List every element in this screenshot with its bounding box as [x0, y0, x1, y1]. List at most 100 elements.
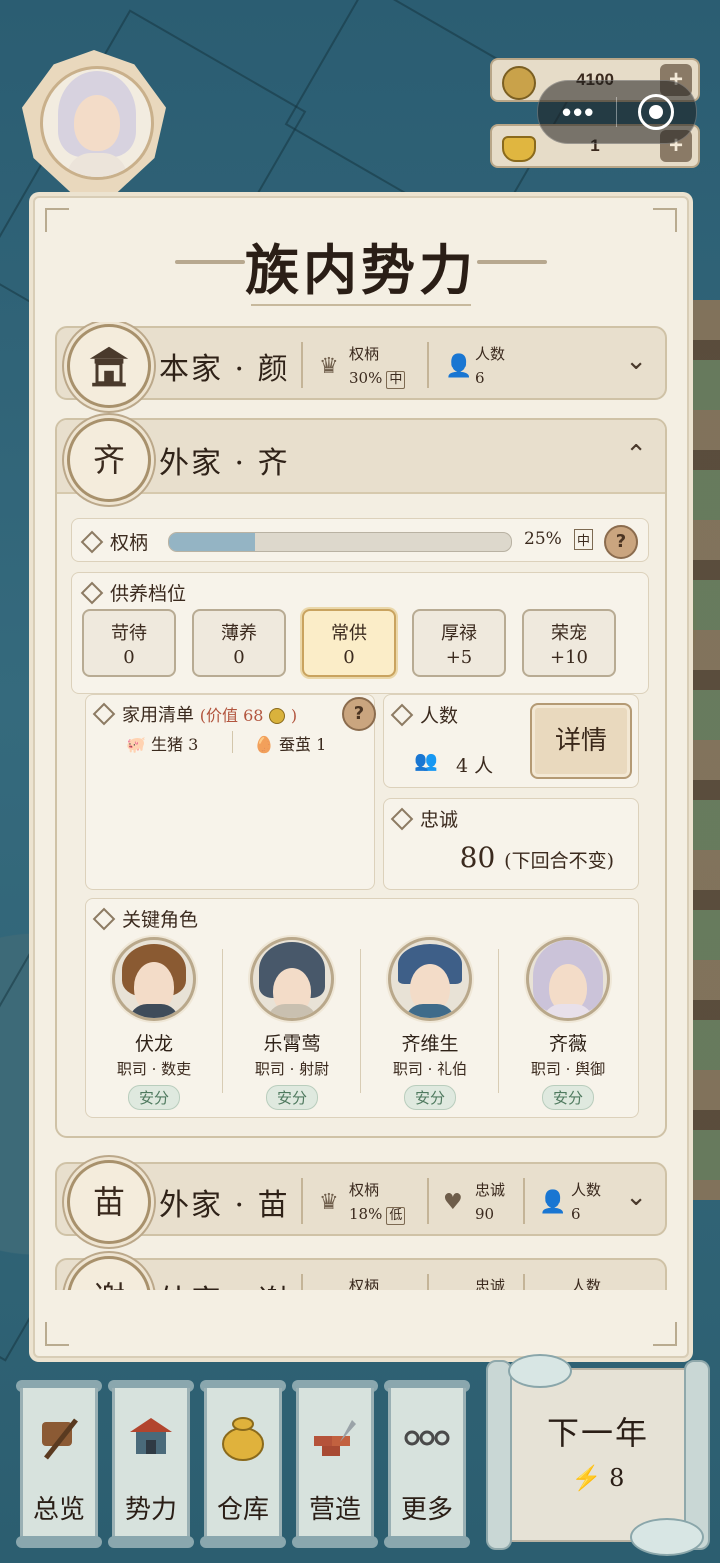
loyalty-stat: 忠诚 90 [475, 1181, 506, 1223]
role-card[interactable]: 伏龙 职司 · 数吏 安分 [86, 937, 222, 1110]
people-icon: 👥 [414, 750, 438, 772]
heart-icon: ♥ [443, 1190, 463, 1215]
tier-button-selected[interactable]: 常供 0 [302, 609, 396, 677]
nav-warehouse[interactable]: 仓库 [200, 1380, 286, 1548]
close-miniprogram-icon[interactable] [638, 94, 674, 130]
role-card[interactable]: 齐维生 职司 · 礼伯 安分 [362, 937, 498, 1110]
next-year-button[interactable]: 下一年 ⚡ 8 [482, 1354, 714, 1556]
support-tier-section: 供养档位 苛待 0 薄养 0 常供 0 厚禄 +5 荣宠 +10 [71, 572, 649, 694]
people-stat: 人数 6 [475, 345, 506, 387]
role-card[interactable]: 乐霄莺 职司 · 射尉 安分 [224, 937, 360, 1110]
role-portrait [388, 937, 472, 1021]
chevron-down-icon[interactable]: ⌄ [625, 346, 647, 376]
item-pig: 🐖 生猪 3 [126, 735, 199, 754]
energy-cost: ⚡ 8 [571, 1464, 625, 1492]
loyalty-value-row: 80 (下回合不变) [459, 841, 614, 874]
role-portrait [250, 937, 334, 1021]
support-label: 供养档位 [80, 579, 186, 606]
diamond-icon [92, 702, 116, 726]
gold-ingot-icon [502, 136, 536, 162]
diamond-icon [390, 807, 414, 831]
clan-row-main[interactable]: 本家 · 颜 ♛ 权柄 30% 中 👤 人数 6 ⌄ [55, 324, 667, 408]
more-dots-icon [404, 1430, 450, 1446]
clan-name: 外家 · 谢 [159, 1276, 290, 1290]
money-bag-icon [222, 1417, 264, 1461]
role-card[interactable]: 齐薇 职司 · 舆御 安分 [500, 937, 636, 1110]
nav-more[interactable]: 更多 [384, 1380, 470, 1548]
power-label: 权柄 [80, 528, 148, 555]
nav-power[interactable]: 势力 [108, 1380, 194, 1548]
broom-icon [42, 1418, 78, 1460]
status-badge: 安分 [127, 1085, 180, 1110]
tier-button[interactable]: 厚禄 +5 [412, 609, 506, 677]
tier-button[interactable]: 荣宠 +10 [522, 609, 616, 677]
cloud-ornament-icon [477, 260, 547, 264]
details-button[interactable]: 详情 [530, 703, 632, 779]
roles-label: 关键角色 [92, 905, 198, 932]
cloud-ornament-icon [630, 1518, 704, 1556]
role-portrait [112, 937, 196, 1021]
power-value: 25% [524, 529, 562, 549]
divider [301, 342, 303, 388]
crown-icon: ♛ [319, 354, 339, 379]
key-roles-section: 关键角色 伏龙 职司 · 数吏 安分 乐霄莺 职司 · 射尉 安分 齐维生 职司… [85, 898, 639, 1118]
tier-button[interactable]: 薄养 0 [192, 609, 286, 677]
loyalty-section: 忠诚 80 (下回合不变) [383, 798, 639, 890]
role-portrait [526, 937, 610, 1021]
diamond-icon [390, 703, 414, 727]
power-tag: 中 [574, 529, 594, 550]
household-help-button[interactable]: ? [342, 697, 376, 731]
status-badge: 安分 [265, 1085, 318, 1110]
clan-row-miao[interactable]: 苗 外家 · 苗 ♛ 权柄 18% 低 ♥ 忠诚 90 👤 人数 6 ⌄ [55, 1160, 667, 1244]
clan-badge [67, 324, 151, 408]
avatar-portrait [40, 66, 154, 180]
clan-row-xie[interactable]: 谢 外家 · 谢 权柄 忠诚 人数 [55, 1256, 667, 1290]
more-menu-icon[interactable]: ••• [562, 99, 595, 125]
status-badge: 安分 [403, 1085, 456, 1110]
clan-name: 外家 · 苗 [159, 1188, 290, 1223]
clan-name: 本家 · 颜 [159, 352, 290, 387]
cloud-ornament-icon [508, 1354, 572, 1388]
clan-power-panel: 族内势力 本家 · 颜 ♛ 权柄 30% 中 👤 人数 6 ⌄ 齐 外家 · 齐… [33, 196, 689, 1358]
lightning-icon: ⚡ [571, 1464, 602, 1492]
crown-icon: ♛ [319, 1190, 339, 1215]
chevron-up-icon[interactable]: ⌃ [625, 440, 647, 470]
corner-ornament [45, 1322, 69, 1346]
people-label: 人数 [390, 701, 458, 728]
title-underline [251, 304, 471, 306]
clan-list[interactable]: 本家 · 颜 ♛ 权柄 30% 中 👤 人数 6 ⌄ 齐 外家 · 齐 ⌃ 权柄… [55, 322, 667, 1290]
palace-icon [89, 346, 129, 387]
clan-badge: 谢 [67, 1256, 151, 1290]
clan-badge: 齐 [67, 418, 151, 502]
diamond-icon [92, 907, 116, 931]
loyalty-label: 忠诚 [390, 805, 458, 832]
power-progress-bar [168, 532, 512, 552]
corner-ornament [653, 1322, 677, 1346]
clan-card-qi: 齐 外家 · 齐 ⌃ 权柄 25% 中 ? 供养档位 苛待 0 薄养 0 常供 0 厚… [55, 418, 667, 1138]
nav-construction[interactable]: 营造 [292, 1380, 378, 1548]
diamond-icon [80, 581, 104, 605]
person-icon: 👤 [539, 1190, 567, 1215]
power-help-button[interactable]: ? [604, 525, 638, 559]
power-stat: 权柄 30% 中 [349, 342, 406, 390]
clan-name: 外家 · 齐 [159, 446, 290, 481]
status-badge: 安分 [541, 1085, 594, 1110]
household-label: 家用清单 (价值 68 ) [92, 701, 297, 727]
power-bar-row: 权柄 25% 中 ? [71, 518, 649, 562]
trowel-bricks-icon [314, 1420, 356, 1456]
people-value: 4 人 [456, 755, 494, 777]
clan-row-qi[interactable]: 齐 外家 · 齐 ⌃ [57, 418, 665, 502]
nav-overview[interactable]: 总览 [16, 1380, 102, 1548]
household-list: 家用清单 (价值 68 ) ? 🐖 生猪 3 🥚 蚕茧 1 [85, 694, 376, 890]
item-cocoon: 🥚 蚕茧 1 [254, 735, 327, 754]
coin-icon [502, 66, 536, 100]
person-icon: 👤 [445, 354, 473, 379]
diamond-icon [80, 530, 104, 554]
panel-title: 族内势力 [245, 238, 477, 302]
player-avatar[interactable] [22, 50, 166, 194]
cocoon-icon: 🥚 [254, 735, 274, 754]
power-stat: 权柄 18% 低 [349, 1178, 406, 1226]
palace-icon [130, 1418, 172, 1454]
tier-button[interactable]: 苛待 0 [82, 609, 176, 677]
chevron-down-icon[interactable]: ⌄ [625, 1182, 647, 1212]
